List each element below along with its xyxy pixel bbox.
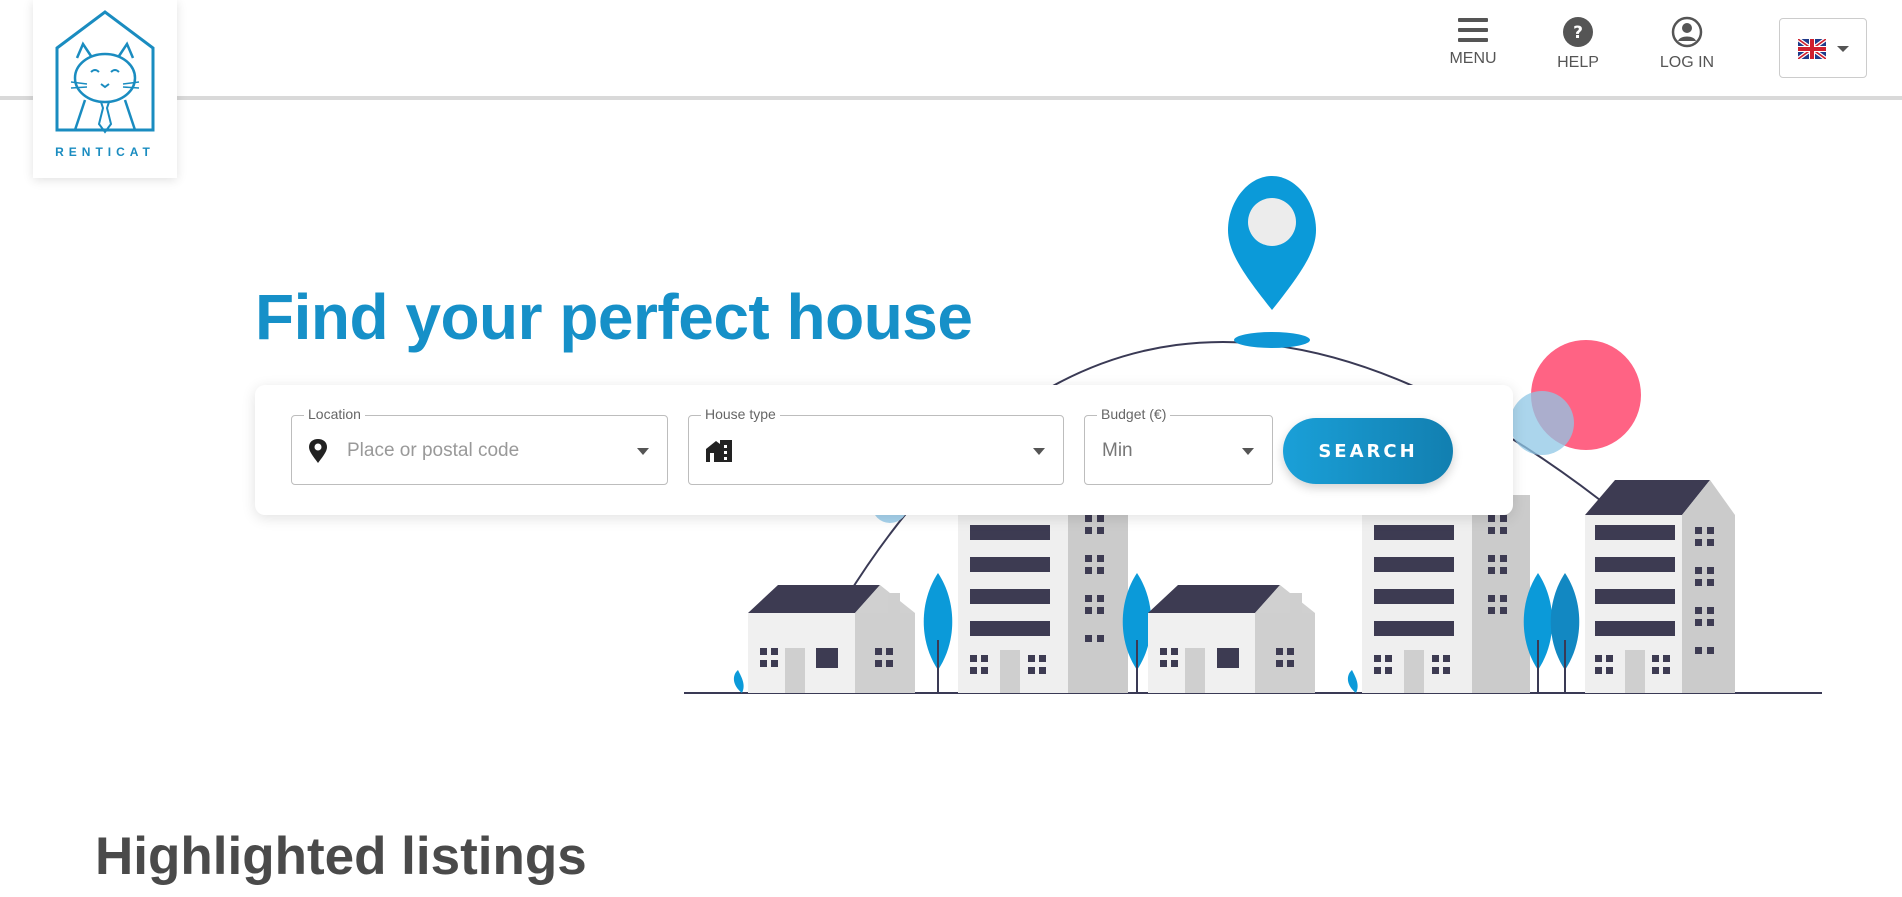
chevron-down-icon[interactable] — [637, 448, 649, 455]
svg-text:?: ? — [1573, 23, 1583, 43]
budget-min-value[interactable]: Min — [1102, 440, 1133, 462]
chevron-down-icon — [1837, 46, 1849, 52]
help-icon: ? — [1563, 17, 1593, 47]
location-input[interactable]: Place or postal code — [347, 440, 519, 462]
hamburger-icon — [1458, 18, 1488, 42]
chevron-down-icon[interactable] — [1242, 448, 1254, 455]
highlighted-listings-title: Highlighted listings — [95, 827, 587, 886]
logo[interactable]: RENTICAT — [33, 0, 177, 178]
uk-flag-icon — [1798, 39, 1826, 59]
house-type-label: House type — [701, 406, 780, 422]
language-selector[interactable] — [1779, 18, 1867, 78]
building-icon — [706, 440, 732, 462]
menu-label: MENU — [1449, 50, 1497, 67]
budget-field[interactable]: Budget (€) Min — [1084, 406, 1273, 485]
login-label: LOG IN — [1659, 54, 1715, 71]
location-field[interactable]: Location Place or postal code — [291, 406, 668, 485]
top-header: MENU ? HELP LOG IN — [0, 0, 1902, 100]
search-button[interactable]: SEARCH — [1283, 418, 1453, 484]
location-pin-icon — [1228, 176, 1316, 348]
brand-name: RENTICAT — [55, 145, 155, 159]
cat-house-logo-icon — [55, 10, 155, 134]
budget-label: Budget (€) — [1097, 406, 1171, 422]
location-label: Location — [304, 406, 365, 422]
login-button[interactable]: LOG IN — [1647, 16, 1727, 72]
help-label: HELP — [1557, 54, 1599, 71]
menu-button[interactable]: MENU — [1433, 16, 1513, 68]
search-panel: Location Place or postal code House type… — [255, 385, 1513, 515]
map-pin-icon — [309, 439, 327, 463]
chevron-down-icon[interactable] — [1033, 448, 1045, 455]
house-type-field[interactable]: House type — [688, 406, 1064, 485]
help-button[interactable]: ? HELP — [1538, 16, 1618, 72]
user-icon — [1671, 16, 1703, 48]
